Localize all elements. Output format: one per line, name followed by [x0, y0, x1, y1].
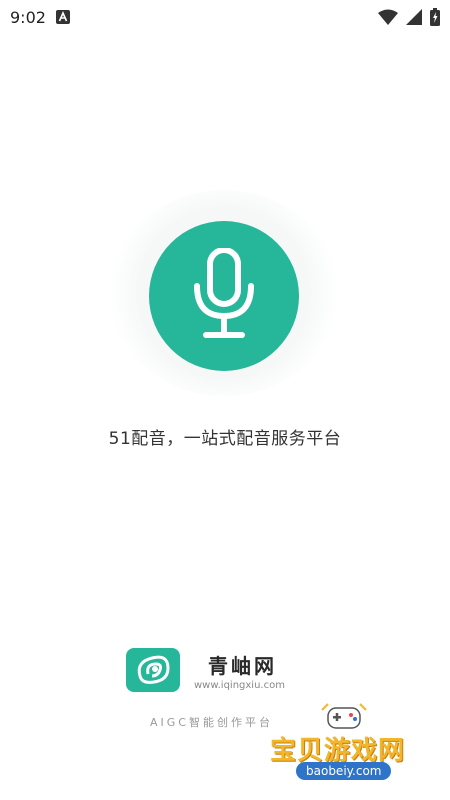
wifi-icon	[378, 9, 398, 25]
a11y-icon	[55, 10, 70, 24]
microphone-icon	[192, 247, 256, 344]
status-bar: 9:02	[0, 0, 450, 34]
status-time: 9:02	[10, 7, 46, 27]
watermark-url: baobeiy.com	[296, 762, 392, 780]
qingxiu-logo-icon	[126, 648, 180, 692]
tagline: 51配音，一站式配音服务平台	[108, 429, 342, 449]
signal-icon	[406, 9, 422, 25]
brand-slogan: AIGC智能创作平台	[150, 716, 273, 729]
battery-charging-icon	[430, 8, 440, 26]
brand-url: www.iqingxiu.com	[194, 680, 285, 691]
mic-hero	[98, 190, 350, 396]
gamepad-icon	[320, 702, 368, 732]
brand-name: 青岫网	[208, 654, 277, 678]
status-right	[378, 8, 440, 26]
brand-block: 青岫网 www.iqingxiu.com	[126, 648, 316, 696]
watermark: 宝贝游戏网 baobeiy.com	[268, 700, 428, 790]
mic-button[interactable]	[149, 221, 299, 371]
status-left: 9:02	[10, 8, 70, 27]
